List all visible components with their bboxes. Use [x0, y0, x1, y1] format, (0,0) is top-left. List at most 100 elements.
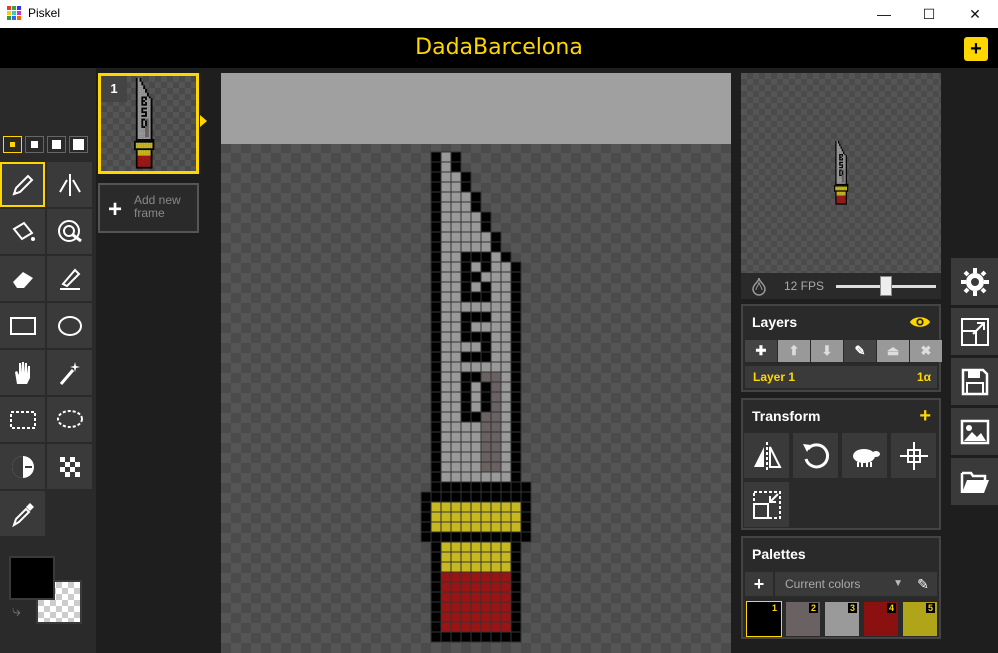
sprite-pixel [145, 103, 147, 106]
palette-select[interactable]: Current colors ▼ [775, 572, 909, 596]
onion-skin-icon[interactable] [746, 276, 772, 296]
sprite-pixel [839, 143, 841, 145]
swap-colors-icon[interactable]: ⤷ [12, 603, 21, 621]
sprite-pixel [840, 146, 842, 148]
sprite-pixel [145, 105, 147, 108]
save-button[interactable] [951, 358, 998, 405]
sprite-pixel [837, 170, 840, 173]
lasso-select-tool[interactable] [47, 397, 92, 442]
layer-opacity[interactable]: 1α [917, 370, 931, 384]
import-button[interactable] [951, 458, 998, 505]
sprite-pixel [148, 116, 151, 119]
sprite-pixel [835, 160, 837, 162]
paint-bucket-tool[interactable] [0, 209, 45, 254]
sprite-pixel [840, 181, 842, 183]
flip-button[interactable] [744, 433, 789, 478]
sprite-pixel [480, 241, 492, 253]
pen-size-3[interactable] [47, 136, 66, 153]
sprite-pixel [139, 85, 142, 88]
sprite-pixel [145, 118, 147, 121]
circle-tool[interactable] [47, 303, 92, 348]
drawing-canvas[interactable] [221, 73, 731, 653]
lighten-tool[interactable] [0, 444, 45, 489]
palette-color-swatch[interactable]: 1 [746, 601, 782, 637]
sprite-pixel [148, 103, 151, 106]
sprite-pixel [148, 113, 151, 115]
magic-wand-tool[interactable] [47, 350, 92, 395]
palette-color-swatch[interactable]: 2 [786, 602, 820, 636]
resize-button[interactable] [951, 308, 998, 355]
paint-same-color-tool[interactable] [47, 209, 92, 254]
pen-size-1[interactable] [3, 136, 22, 153]
sprite-pixel [146, 100, 149, 103]
sprite-pixel [510, 401, 522, 413]
sprite-pixel [440, 581, 452, 593]
add-frame-button[interactable]: + Add new frame [98, 183, 199, 233]
rectangle-select-icon [9, 410, 36, 429]
fps-slider-thumb[interactable] [880, 276, 892, 296]
move-layer-up-button[interactable]: ⬆ [778, 340, 810, 362]
sprite-pixel [845, 157, 847, 160]
animation-preview [741, 73, 941, 273]
crop-button[interactable] [744, 482, 789, 527]
frame-thumbnail[interactable]: 1 [98, 73, 199, 174]
sprite-pixel [839, 178, 841, 180]
palette-color-swatch[interactable]: 3 [825, 602, 859, 636]
pen-size-2[interactable] [25, 136, 44, 153]
new-sprite-button[interactable]: + [964, 37, 988, 61]
move-tool[interactable] [0, 350, 45, 395]
center-button[interactable] [891, 433, 936, 478]
export-button[interactable] [951, 408, 998, 455]
move-layer-down-button[interactable]: ⬇ [811, 340, 843, 362]
eraser-tool[interactable] [0, 256, 45, 301]
sprite-pixel [137, 105, 140, 108]
sprite-pixel [148, 164, 151, 167]
rotate-button[interactable] [793, 433, 838, 478]
pen-tool[interactable] [0, 162, 45, 207]
sprite-pixel [500, 431, 512, 443]
sprite-pixel [148, 139, 151, 141]
merge-layer-button[interactable]: ⏏ [877, 340, 909, 362]
close-button[interactable]: ✕ [952, 0, 998, 28]
color-picker-tool[interactable] [0, 491, 45, 536]
palette-color-swatch[interactable]: 5 [903, 602, 937, 636]
sprite-pixel [148, 96, 151, 99]
vertical-mirror-pen-tool[interactable] [47, 162, 92, 207]
sprite-pixel [440, 301, 452, 313]
layer-row[interactable]: Layer 1 1α [745, 366, 937, 388]
palette-color-swatch[interactable]: 4 [864, 602, 898, 636]
add-layer-button[interactable]: ✚ [745, 340, 777, 362]
sprite-pixel [480, 581, 492, 593]
sprite-pixel [450, 631, 462, 643]
sprite-pixel [510, 351, 522, 363]
sprite-pixel [143, 118, 146, 121]
sprite-pixel [837, 143, 840, 145]
delete-layer-button[interactable]: ✖ [910, 340, 942, 362]
dithering-tool[interactable] [47, 444, 92, 489]
rectangle-tool[interactable] [0, 303, 45, 348]
sprite-pixel [440, 421, 452, 433]
add-palette-button[interactable]: + [745, 572, 773, 596]
rectangle-select-tool[interactable] [0, 397, 45, 442]
sprite-pixel [839, 160, 841, 162]
minimize-button[interactable]: — [861, 0, 907, 28]
sprite-pixel [843, 151, 845, 153]
settings-button[interactable] [951, 258, 998, 305]
transform-add-icon[interactable]: + [919, 405, 931, 428]
primary-color-swatch[interactable] [9, 556, 55, 600]
sprite-pixel [150, 140, 153, 143]
sprite-pixel [430, 391, 442, 403]
stroke-tool[interactable] [47, 256, 92, 301]
pen-size-4[interactable] [69, 136, 88, 153]
sprite-pixel [837, 152, 840, 154]
sprite-pixel [470, 451, 482, 463]
edit-layer-button[interactable]: ✎ [844, 340, 876, 362]
sprite-pixel [520, 501, 532, 513]
project-title[interactable]: DadaBarcelona [0, 35, 998, 60]
clone-button[interactable] [842, 433, 887, 478]
edit-palette-button[interactable]: ✎ [909, 572, 937, 596]
sprite-pixel [148, 148, 151, 151]
maximize-button[interactable]: ☐ [906, 0, 952, 28]
sprite-pixel [470, 301, 482, 313]
eye-icon[interactable] [909, 311, 931, 336]
